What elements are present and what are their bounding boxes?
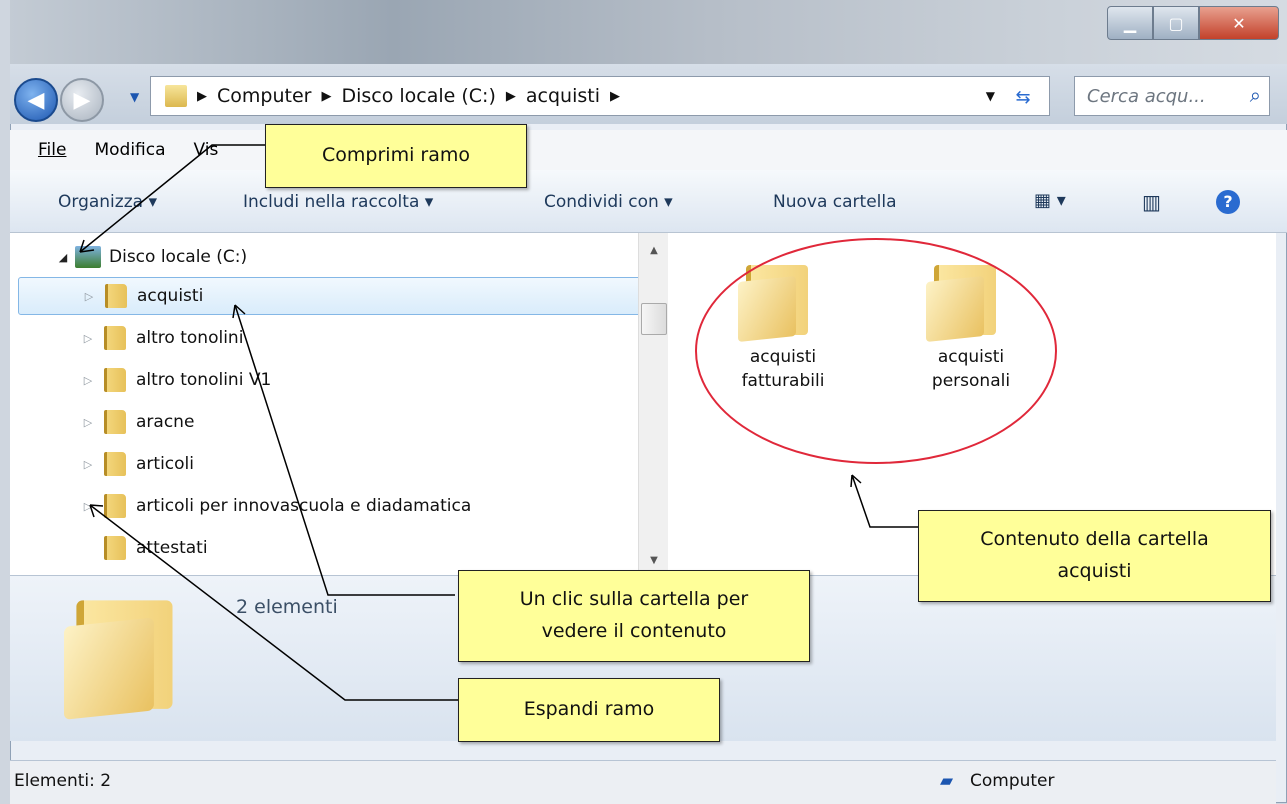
menu-modifica[interactable]: Modifica [94, 140, 165, 160]
folder-icon [104, 410, 126, 434]
search-input[interactable]: Cerca acqu... ⌕ [1074, 76, 1270, 116]
forward-arrow-icon: ▶ [73, 87, 91, 113]
callout-click-folder: Un clic sulla cartella per vedere il con… [458, 570, 810, 662]
tree-item-label: articoli per innovascuola e diadamatica [136, 496, 472, 516]
title-bar: ▁ ▢ ✕ [10, 0, 1287, 64]
tree-item-attestati[interactable]: attestati [80, 529, 638, 567]
preview-pane-icon[interactable]: ▥ [1142, 190, 1161, 214]
tree-item-altro-tonolini[interactable]: ▷ altro tonolini [80, 319, 638, 357]
folder-label-line1: acquisti [749, 347, 817, 367]
tree-item-aracne[interactable]: ▷ aracne [80, 403, 638, 441]
tree-item-label: Disco locale (C:) [109, 247, 248, 267]
folder-label-line2: personali [931, 371, 1011, 391]
address-dropdown-icon[interactable]: ▼ [986, 89, 995, 103]
expand-icon[interactable]: ▷ [80, 500, 96, 513]
tree-item-label: acquisti [137, 286, 204, 306]
tree-item-label: altro tonolini V1 [136, 370, 272, 390]
folder-label-line1: acquisti [937, 347, 1005, 367]
tree-item-articoli[interactable]: ▷ articoli [80, 445, 638, 483]
expand-icon[interactable]: ▷ [80, 416, 96, 429]
search-placeholder: Cerca acqu... [1087, 85, 1206, 107]
expand-icon[interactable]: ▷ [80, 458, 96, 471]
organize-button[interactable]: Organizza ▾ [58, 192, 157, 212]
item-count: 2 elementi [236, 596, 338, 618]
tree-item-altro-tonolini-v1[interactable]: ▷ altro tonolini V1 [80, 361, 638, 399]
collapse-icon[interactable]: ◢ [55, 251, 71, 264]
large-folder-icon [64, 588, 173, 720]
forward-button[interactable]: ▶ [60, 78, 104, 122]
folder-personali[interactable]: acquisti personali [896, 345, 1046, 393]
navigation-pane: ◢ Disco locale (C:) ▷ acquisti ▷ altro t… [10, 233, 638, 575]
callout-collapse: Comprimi ramo [265, 124, 527, 188]
folder-icon [165, 85, 187, 107]
tree-item-label: altro tonolini [136, 328, 244, 348]
scroll-down-icon[interactable]: ▼ [639, 555, 669, 566]
change-view-icon[interactable]: ▦ ▾ [1034, 190, 1066, 211]
folder-icon [105, 284, 127, 308]
back-arrow-icon: ◀ [27, 87, 45, 113]
folder-icon [104, 368, 126, 392]
folder-icon [104, 494, 126, 518]
expand-icon[interactable]: ▷ [80, 332, 96, 345]
status-bar: Elementi: 2 ▰ Computer [10, 760, 1276, 804]
menu-file[interactable]: File [38, 140, 66, 160]
menu-visualizza[interactable]: Vis [194, 140, 219, 160]
status-location: Computer [970, 771, 1055, 791]
tree-item-label: articoli [136, 454, 194, 474]
include-library-button[interactable]: Includi nella raccolta ▾ [243, 192, 433, 212]
tree-item-acquisti[interactable]: ▷ acquisti [18, 277, 638, 315]
computer-icon: ▰ [940, 771, 954, 791]
share-with-button[interactable]: Condividi con ▾ [544, 192, 673, 212]
close-button[interactable]: ✕ [1199, 6, 1279, 40]
folder-fatturabili-icon[interactable] [738, 257, 808, 343]
folder-icon [104, 536, 126, 560]
breadcrumb-separator-icon[interactable]: ▶ [321, 89, 331, 104]
breadcrumb-separator-icon[interactable]: ▶ [610, 89, 620, 104]
breadcrumb-separator-icon[interactable]: ▶ [197, 89, 207, 104]
address-bar[interactable]: ▶ Computer ▶ Disco locale (C:) ▶ acquist… [150, 76, 1050, 116]
expand-icon[interactable]: ▷ [81, 290, 97, 303]
tree-item-articoli-innovascuola[interactable]: ▷ articoli per innovascuola e diadamatic… [80, 487, 638, 525]
folder-personali-icon[interactable] [926, 257, 996, 343]
new-folder-button[interactable]: Nuova cartella [773, 192, 897, 212]
maximize-button[interactable]: ▢ [1153, 6, 1199, 40]
expand-icon[interactable]: ▷ [80, 374, 96, 387]
breadcrumb-separator-icon[interactable]: ▶ [506, 89, 516, 104]
callout-content: Contenuto della cartella acquisti [918, 510, 1271, 602]
folder-icon [104, 326, 126, 350]
folder-icon [104, 452, 126, 476]
window-controls: ▁ ▢ ✕ [1107, 6, 1279, 40]
help-icon[interactable]: ? [1216, 190, 1240, 214]
refresh-icon[interactable]: ⇆ [1005, 83, 1041, 111]
back-button[interactable]: ◀ [14, 78, 58, 122]
search-icon[interactable]: ⌕ [1250, 83, 1261, 107]
tree-item-label: attestati [136, 538, 208, 558]
breadcrumb-computer[interactable]: Computer [217, 85, 311, 107]
nav-scrollbar[interactable]: ▲ ▼ [638, 233, 669, 575]
tree-root-drive[interactable]: ◢ Disco locale (C:) [55, 238, 638, 276]
scroll-up-icon[interactable]: ▲ [639, 245, 669, 256]
breadcrumb-disco-locale[interactable]: Disco locale (C:) [341, 85, 495, 107]
status-item-count: Elementi: 2 [14, 771, 112, 791]
breadcrumb-acquisti[interactable]: acquisti [526, 85, 600, 107]
tree-item-label: aracne [136, 412, 195, 432]
menu-bar: File Modifica Vis [10, 130, 1287, 171]
scroll-thumb[interactable] [641, 303, 667, 335]
history-dropdown-icon[interactable]: ▼ [130, 90, 139, 104]
callout-expand: Espandi ramo [458, 678, 720, 742]
drive-icon [75, 246, 101, 268]
command-bar: Organizza ▾ Includi nella raccolta ▾ Con… [10, 170, 1287, 233]
folder-label-line2: fatturabili [741, 371, 825, 391]
folder-fatturabili[interactable]: acquisti fatturabili [708, 345, 858, 393]
minimize-button[interactable]: ▁ [1107, 6, 1153, 40]
